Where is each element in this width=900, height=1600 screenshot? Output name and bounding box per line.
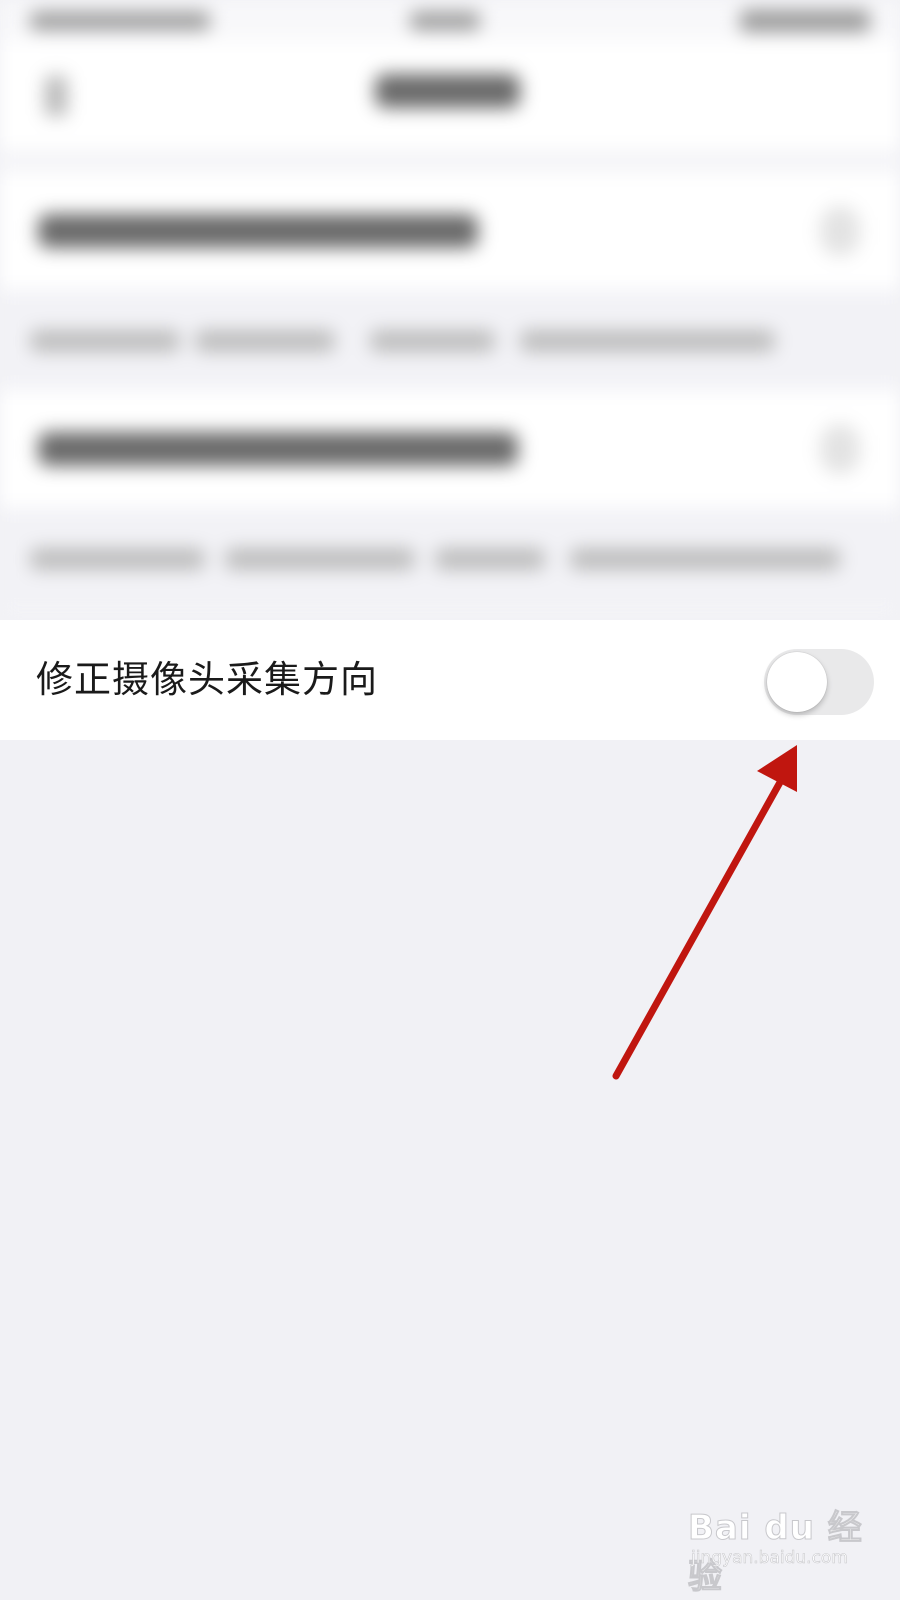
setting-row-camera-direction: 修正摄像头采集方向 — [0, 620, 900, 740]
blurred-note-2 — [0, 508, 900, 608]
blurred-setting-row-1[interactable] — [0, 172, 900, 290]
chevron-right-icon — [820, 424, 860, 474]
blurred-content — [0, 0, 900, 620]
status-bar — [0, 0, 900, 40]
page-title — [375, 74, 520, 108]
watermark-url: jingyan.baidu.com — [691, 1548, 848, 1569]
camera-direction-toggle[interactable] — [764, 649, 874, 715]
baidu-jingyan-watermark: Bai du 经验 jingyan.baidu.com — [688, 1500, 863, 1598]
nav-bar — [0, 40, 900, 150]
back-icon[interactable] — [45, 76, 67, 116]
toggle-knob — [767, 652, 827, 712]
blurred-note-1 — [0, 290, 900, 390]
blurred-setting-row-2[interactable] — [0, 390, 900, 508]
setting-label: 修正摄像头采集方向 — [36, 658, 378, 701]
chevron-right-icon — [820, 206, 860, 256]
